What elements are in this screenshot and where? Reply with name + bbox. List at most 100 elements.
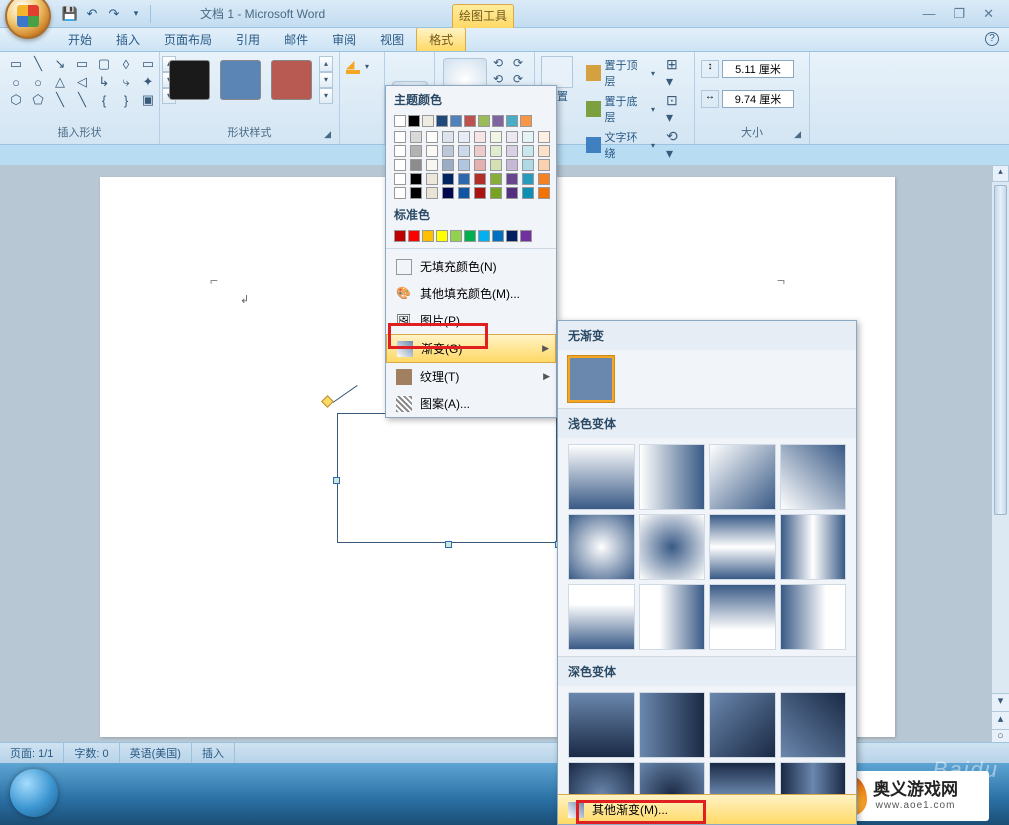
window-controls: — ❐ ✕	[922, 6, 1009, 22]
gradient-swatch[interactable]	[709, 584, 776, 650]
gradient-fill-item[interactable]: 渐变(G)▶	[386, 334, 556, 363]
shape-fill-button[interactable]: ▾	[346, 58, 369, 74]
gradient-swatch[interactable]	[709, 444, 776, 510]
adjust-handle[interactable]	[321, 395, 334, 408]
height-icon: ↕	[701, 60, 719, 78]
scroll-up-button[interactable]: ▴	[992, 165, 1009, 182]
tab-home[interactable]: 开始	[56, 28, 104, 51]
width-icon: ↔	[701, 90, 719, 108]
shapes-gallery[interactable]: ▭╲↘▭▢◊▭ ○○△◁↳⤷✦ ⬡⬠╲╲{}▣	[6, 56, 158, 108]
position-button-icon[interactable]	[541, 56, 573, 88]
fill-color-menu: 主题颜色 标准色 无填充颜色(N) 🎨其他填充颜色(M)... 🖼图片(P)..…	[385, 85, 557, 418]
width-input[interactable]: 9.74 厘米	[722, 90, 794, 108]
style-preset-1[interactable]	[169, 60, 210, 100]
scroll-down-button[interactable]: ▾	[992, 693, 1009, 711]
gradient-swatch[interactable]	[639, 444, 706, 510]
gradient-swatch[interactable]	[568, 692, 635, 758]
rotate-icon[interactable]: ⟲ ▾	[666, 128, 688, 162]
tab-format[interactable]: 格式	[416, 27, 466, 51]
tab-view[interactable]: 视图	[368, 28, 416, 51]
no-gradient-header: 无渐变	[558, 321, 856, 350]
theme-tints-grid[interactable]	[386, 129, 556, 201]
gradient-flyout: 无渐变 浅色变体 深色变体 其他渐变(M)...	[557, 320, 857, 825]
bring-front-button[interactable]: 置于顶层▾	[583, 56, 658, 90]
more-gradients-item[interactable]: 其他渐变(M)...	[558, 794, 856, 824]
dialog-launcher-icon[interactable]: ◢	[794, 129, 801, 140]
undo-icon[interactable]: ↶	[84, 6, 100, 22]
gradient-swatch[interactable]	[780, 444, 847, 510]
margin-corner-icon: ⌐	[210, 272, 218, 288]
status-language[interactable]: 英语(美国)	[120, 743, 192, 763]
pattern-fill-item[interactable]: 图案(A)...	[386, 390, 556, 417]
gradient-swatch[interactable]	[780, 514, 847, 580]
gradient-swatch[interactable]	[568, 444, 635, 510]
group-fill: ▾	[340, 52, 385, 144]
status-word-count[interactable]: 字数: 0	[64, 743, 119, 763]
group-arrange: 位置 置于顶层▾ 置于底层▾ 文字环绕▾ ⊞ ▾ ⊡ ▾ ⟲ ▾ 排列	[535, 52, 695, 144]
shape-textbox-icon[interactable]: ▭	[6, 56, 26, 72]
shape-line-icon[interactable]: ╲	[28, 56, 48, 72]
dialog-launcher-icon[interactable]: ◢	[324, 129, 331, 140]
height-input[interactable]: 5.11 厘米	[722, 60, 794, 78]
paragraph-mark-icon: ↲	[240, 293, 249, 306]
resize-handle[interactable]	[333, 477, 340, 484]
group-label-styles: 形状样式◢	[166, 122, 333, 142]
dark-variants-header: 深色变体	[558, 657, 856, 686]
style-gallery-scroll[interactable]: ▴▾▾	[319, 56, 333, 104]
gradient-swatch[interactable]	[568, 584, 635, 650]
gradient-swatch[interactable]	[639, 692, 706, 758]
theme-colors-header: 主题颜色	[386, 86, 556, 113]
site-name: 奥义游戏网	[873, 781, 958, 800]
tab-mail[interactable]: 邮件	[272, 28, 320, 51]
title-bar: 💾 ↶ ↷ ▾ 文档 1 - Microsoft Word 绘图工具 — ❐ ✕	[0, 0, 1009, 28]
status-insert-mode[interactable]: 插入	[192, 743, 235, 763]
tab-review[interactable]: 审阅	[320, 28, 368, 51]
gradient-swatch[interactable]	[568, 514, 635, 580]
group-label-shapes: 插入形状	[6, 122, 153, 142]
more-fill-colors-item[interactable]: 🎨其他填充颜色(M)...	[386, 280, 556, 307]
quick-access-toolbar: 💾 ↶ ↷ ▾	[62, 5, 151, 23]
no-fill-item[interactable]: 无填充颜色(N)	[386, 253, 556, 280]
scroll-thumb[interactable]	[994, 185, 1007, 515]
light-variants-grid	[558, 438, 856, 656]
minimize-button[interactable]: —	[922, 6, 935, 22]
group-icon[interactable]: ⊡ ▾	[666, 92, 688, 126]
start-button[interactable]	[10, 769, 58, 817]
save-icon[interactable]: 💾	[62, 6, 78, 22]
redo-icon[interactable]: ↷	[106, 6, 122, 22]
no-gradient-swatch[interactable]	[568, 356, 614, 402]
margin-corner-icon: ¬	[777, 272, 785, 288]
gradient-swatch[interactable]	[780, 692, 847, 758]
status-page[interactable]: 页面: 1/1	[0, 743, 64, 763]
texture-fill-item[interactable]: 纹理(T)▶	[386, 363, 556, 390]
ribbon-tabs: 开始 插入 页面布局 引用 邮件 审阅 视图 格式	[0, 28, 1009, 52]
gradient-swatch[interactable]	[780, 584, 847, 650]
text-wrap-button[interactable]: 文字环绕▾	[583, 128, 658, 162]
restore-button[interactable]: ❐	[953, 6, 965, 22]
close-button[interactable]: ✕	[983, 6, 994, 22]
gradient-swatch[interactable]	[639, 514, 706, 580]
picture-fill-item[interactable]: 🖼图片(P)...	[386, 307, 556, 334]
tab-layout[interactable]: 页面布局	[152, 28, 224, 51]
tab-references[interactable]: 引用	[224, 28, 272, 51]
qat-more-icon[interactable]: ▾	[128, 6, 144, 22]
site-url: www.aoe1.com	[876, 800, 956, 811]
gradient-swatch[interactable]	[709, 692, 776, 758]
help-icon[interactable]: ?	[985, 32, 999, 46]
send-back-button[interactable]: 置于底层▾	[583, 92, 658, 126]
tab-insert[interactable]: 插入	[104, 28, 152, 51]
vertical-scrollbar[interactable]: ▴ ▾ ▴ ○ ▾	[991, 165, 1009, 765]
style-preset-3[interactable]	[271, 60, 312, 100]
standard-color-row[interactable]	[386, 228, 556, 244]
theme-color-row[interactable]	[386, 113, 556, 129]
separator	[150, 5, 151, 23]
gradient-swatch[interactable]	[639, 584, 706, 650]
group-size: ↕5.11 厘米 ↔9.74 厘米 大小◢	[695, 52, 810, 144]
resize-handle[interactable]	[445, 541, 452, 548]
prev-page-button[interactable]: ▴	[992, 711, 1009, 729]
gradient-swatch[interactable]	[709, 514, 776, 580]
style-preset-2[interactable]	[220, 60, 261, 100]
group-shape-styles: ▴▾▾ 形状样式◢	[160, 52, 340, 144]
align-icon[interactable]: ⊞ ▾	[666, 56, 688, 90]
contextual-tab-label: 绘图工具	[452, 4, 514, 28]
